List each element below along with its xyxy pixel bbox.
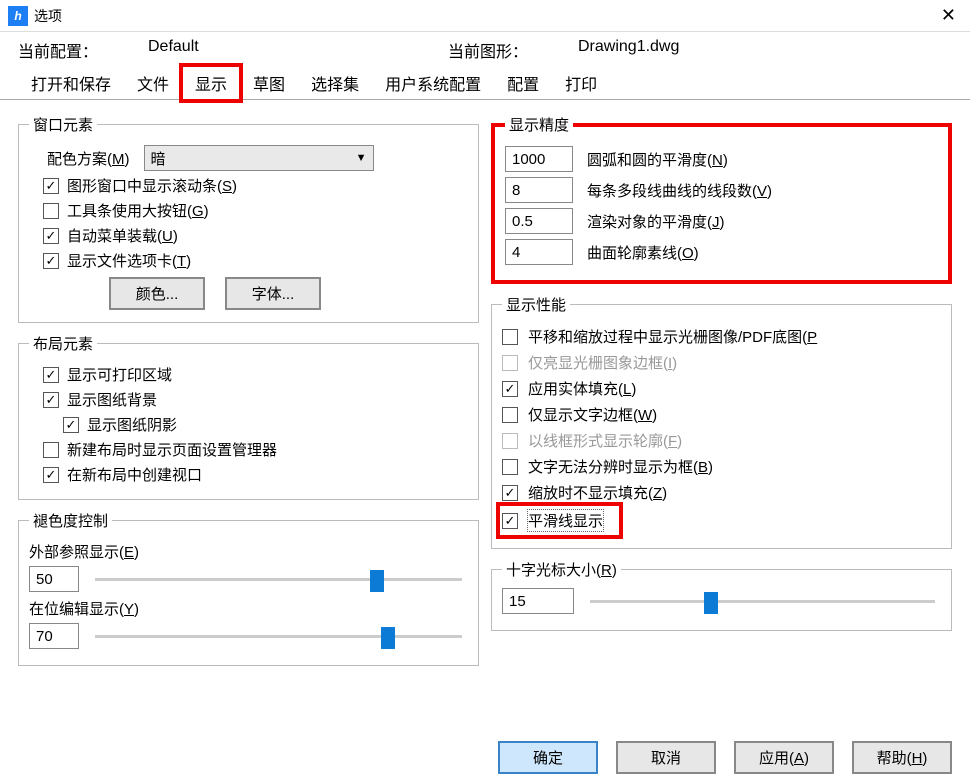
chevron-down-icon: ▼	[356, 152, 367, 164]
color-scheme-select[interactable]: 暗 ▼	[144, 145, 374, 171]
cancel-button[interactable]: 取消	[616, 741, 716, 774]
tab-print[interactable]: 打印	[552, 66, 610, 100]
create-viewport-checkbox[interactable]	[43, 467, 59, 483]
ok-button[interactable]: 确定	[498, 741, 598, 774]
tab-file[interactable]: 文件	[124, 66, 182, 100]
config-row: 当前配置： Default 当前图形： Drawing1.dwg	[0, 32, 970, 64]
profile-label: 当前配置：	[18, 38, 148, 62]
display-precision-group: 显示精度 1000 圆弧和圆的平滑度(N) 8 每条多段线曲线的线段数(V) 0…	[491, 114, 952, 284]
large-buttons-checkbox[interactable]	[43, 203, 59, 219]
inplace-fade-input[interactable]: 70	[29, 623, 79, 649]
crosshair-size-input[interactable]: 15	[502, 588, 574, 614]
fade-control-legend: 褪色度控制	[29, 510, 112, 531]
left-column: 窗口元素 配色方案(M) 暗 ▼ 图形窗口中显示滚动条(S) 工具条使用大按钮(…	[18, 108, 479, 676]
right-column: 显示精度 1000 圆弧和圆的平滑度(N) 8 每条多段线曲线的线段数(V) 0…	[491, 108, 952, 676]
file-tabs-label: 显示文件选项卡(T)	[67, 250, 191, 271]
large-buttons-label: 工具条使用大按钮(G)	[67, 200, 209, 221]
printable-checkbox[interactable]	[43, 367, 59, 383]
text-frame-checkbox[interactable]	[502, 407, 518, 423]
auto-menu-label: 自动菜单装载(U)	[67, 225, 178, 246]
color-scheme-row: 配色方案(M) 暗 ▼	[29, 145, 468, 171]
no-fill-zoom-checkbox[interactable]	[502, 485, 518, 501]
display-performance-group: 显示性能 平移和缩放过程中显示光栅图像/PDF底图(P 仅亮显光栅图象边框(I)…	[491, 294, 952, 549]
auto-menu-checkbox[interactable]	[43, 228, 59, 244]
content: 窗口元素 配色方案(M) 暗 ▼ 图形窗口中显示滚动条(S) 工具条使用大按钮(…	[0, 100, 970, 684]
smooth-line-checkbox[interactable]	[502, 513, 518, 529]
tab-sketch[interactable]: 草图	[240, 66, 298, 100]
close-icon[interactable]: ✕	[935, 5, 962, 26]
fade-control-group: 褪色度控制 外部参照显示(E) 50 在位编辑显示(Y) 70	[18, 510, 479, 666]
poly-seg-input[interactable]: 8	[505, 177, 573, 203]
smooth-line-highlight: 平滑线显示	[502, 508, 617, 533]
text-box-checkbox[interactable]	[502, 459, 518, 475]
tab-open-save[interactable]: 打开和保存	[18, 66, 124, 100]
window-title: 选项	[34, 6, 62, 26]
window-elements-group: 窗口元素 配色方案(M) 暗 ▼ 图形窗口中显示滚动条(S) 工具条使用大按钮(…	[18, 114, 479, 323]
help-button[interactable]: 帮助(H)	[852, 741, 952, 774]
wireframe-checkbox	[502, 433, 518, 449]
tab-config[interactable]: 配置	[494, 66, 552, 100]
app-icon: h	[8, 6, 28, 26]
paper-bg-checkbox[interactable]	[43, 392, 59, 408]
highlight-raster-checkbox	[502, 355, 518, 371]
xref-fade-slider[interactable]	[95, 570, 462, 588]
layout-elements-group: 布局元素 显示可打印区域 显示图纸背景 显示图纸阴影 新建布局时显示页面设置管理…	[18, 333, 479, 500]
tab-user-sys[interactable]: 用户系统配置	[372, 66, 494, 100]
crosshair-size-group: 十字光标大小(R) 15	[491, 559, 952, 631]
drawing-label: 当前图形：	[448, 38, 578, 62]
crosshair-legend: 十字光标大小(R)	[502, 559, 621, 580]
apply-button[interactable]: 应用(A)	[734, 741, 834, 774]
color-button[interactable]: 颜色...	[109, 277, 205, 310]
arc-smooth-input[interactable]: 1000	[505, 146, 573, 172]
solid-fill-checkbox[interactable]	[502, 381, 518, 397]
file-tabs-checkbox[interactable]	[43, 253, 59, 269]
crosshair-size-slider[interactable]	[590, 592, 935, 610]
scrollbars-checkbox[interactable]	[43, 178, 59, 194]
layout-elements-legend: 布局元素	[29, 333, 97, 354]
scrollbars-label: 图形窗口中显示滚动条(S)	[67, 175, 237, 196]
tab-display[interactable]: 显示	[182, 66, 240, 100]
font-button[interactable]: 字体...	[225, 277, 321, 310]
display-precision-legend: 显示精度	[505, 114, 573, 135]
xref-fade-input[interactable]: 50	[29, 566, 79, 592]
render-smooth-input[interactable]: 0.5	[505, 208, 573, 234]
tabs: 打开和保存 文件 显示 草图 选择集 用户系统配置 配置 打印	[0, 64, 970, 100]
pan-raster-checkbox[interactable]	[502, 329, 518, 345]
drawing-value: Drawing1.dwg	[578, 38, 878, 62]
paper-shadow-checkbox[interactable]	[63, 417, 79, 433]
titlebar: h 选项 ✕	[0, 0, 970, 32]
tab-selection[interactable]: 选择集	[298, 66, 372, 100]
profile-value: Default	[148, 38, 448, 62]
page-setup-checkbox[interactable]	[43, 442, 59, 458]
surface-lines-input[interactable]: 4	[505, 239, 573, 265]
dialog-footer: 确定 取消 应用(A) 帮助(H)	[498, 741, 952, 774]
window-elements-legend: 窗口元素	[29, 114, 97, 135]
inplace-fade-slider[interactable]	[95, 627, 462, 645]
display-performance-legend: 显示性能	[502, 294, 570, 315]
